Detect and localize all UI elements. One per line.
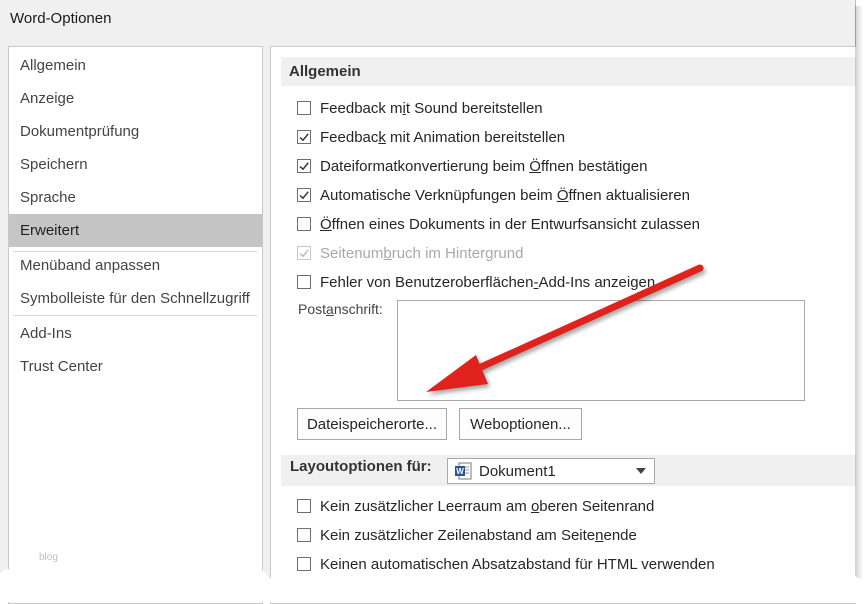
- layout-options-label: Layoutoptionen für:: [290, 458, 432, 475]
- option-label: Kein zusätzlicher Zeilenabstand am Seite…: [320, 526, 637, 544]
- option-label: Feedback mit Sound bereitstellen: [320, 99, 543, 117]
- file-locations-button[interactable]: Dateispeicherorte...: [297, 408, 447, 440]
- sidebar-item-trust-center[interactable]: Trust Center: [9, 350, 262, 383]
- document-select[interactable]: W Dokument1: [447, 458, 655, 484]
- option-addin-fehler[interactable]: Fehler von Benutzeroberflächen-Add-Ins a…: [297, 271, 655, 293]
- checkmark-icon: [299, 133, 309, 142]
- checkbox[interactable]: [297, 101, 311, 115]
- option-seitenumbruch: Seitenumbruch im Hintergrund: [297, 242, 523, 264]
- checkmark-icon: [299, 191, 309, 200]
- checkbox: [297, 246, 311, 260]
- sidebar-item-allgemein[interactable]: Allgemein: [9, 49, 262, 82]
- dialog-title: Word-Optionen: [10, 10, 112, 27]
- word-document-icon: W: [455, 462, 472, 480]
- sidebar-item-add-ins[interactable]: Add-Ins: [9, 317, 262, 350]
- option-label: Feedback mit Animation bereitstellen: [320, 128, 566, 146]
- option-entwurfsansicht[interactable]: Öffnen eines Dokuments in der Entwurfsan…: [297, 213, 700, 235]
- option-label: Öffnen eines Dokuments in der Entwurfsan…: [320, 215, 700, 233]
- sidebar-item-erweitert[interactable]: Erweitert: [9, 214, 262, 247]
- sidebar-item-dokumentpruefung[interactable]: Dokumentprüfung: [9, 115, 262, 148]
- web-options-button[interactable]: Weboptionen...: [459, 408, 582, 440]
- option-label: Kein zusätzlicher Leerraum am oberen Sei…: [320, 497, 655, 515]
- address-textarea[interactable]: [397, 300, 805, 401]
- checkmark-icon: [299, 249, 309, 258]
- checkbox[interactable]: [297, 188, 311, 202]
- svg-text:W: W: [456, 467, 464, 476]
- option-label: Dateiformatkonvertierung beim Öffnen bes…: [320, 157, 648, 175]
- word-options-dialog: Word-Optionen Allgemein Anzeige Dokument…: [0, 0, 856, 604]
- torn-edge: [0, 569, 867, 602]
- option-label: Fehler von Benutzeroberflächen-Add-Ins a…: [320, 273, 656, 291]
- option-verknuepfungen[interactable]: Automatische Verknüpfungen beim Öffnen a…: [297, 184, 690, 206]
- option-zeilenabstand[interactable]: Kein zusätzlicher Zeilenabstand am Seite…: [297, 524, 637, 546]
- option-label: Seitenumbruch im Hintergrund: [320, 244, 524, 262]
- sidebar-item-sprache[interactable]: Sprache: [9, 181, 262, 214]
- sidebar-item-anzeige[interactable]: Anzeige: [9, 82, 262, 115]
- checkbox[interactable]: [297, 528, 311, 542]
- checkmark-icon: [299, 162, 309, 171]
- sidebar-divider: [14, 315, 257, 316]
- option-label: Automatische Verknüpfungen beim Öffnen a…: [320, 186, 690, 204]
- checkbox[interactable]: [297, 275, 311, 289]
- window-shadow: [855, 6, 863, 602]
- option-leerraum[interactable]: Kein zusätzlicher Leerraum am oberen Sei…: [297, 495, 654, 517]
- options-sidebar: Allgemein Anzeige Dokumentprüfung Speich…: [8, 46, 263, 604]
- chevron-down-icon: [636, 468, 646, 474]
- checkbox[interactable]: [297, 130, 311, 144]
- options-content: Allgemein Feedback mit Sound bereitstell…: [270, 46, 856, 604]
- option-dateiformat[interactable]: Dateiformatkonvertierung beim Öffnen bes…: [297, 155, 647, 177]
- checkbox[interactable]: [297, 159, 311, 173]
- sidebar-item-menueband-anpassen[interactable]: Menüband anpassen: [9, 249, 262, 282]
- document-select-value: Dokument1: [479, 462, 556, 480]
- checkbox[interactable]: [297, 217, 311, 231]
- checkbox[interactable]: [297, 499, 311, 513]
- option-feedback-sound[interactable]: Feedback mit Sound bereitstellen: [297, 97, 543, 119]
- section-header-allgemein: Allgemein: [281, 57, 856, 86]
- option-feedback-animation[interactable]: Feedback mit Animation bereitstellen: [297, 126, 565, 148]
- sidebar-item-speichern[interactable]: Speichern: [9, 148, 262, 181]
- address-label: Postanschrift:: [298, 301, 383, 317]
- sidebar-item-schnellzugriff[interactable]: Symbolleiste für den Schnellzugriff: [9, 282, 262, 315]
